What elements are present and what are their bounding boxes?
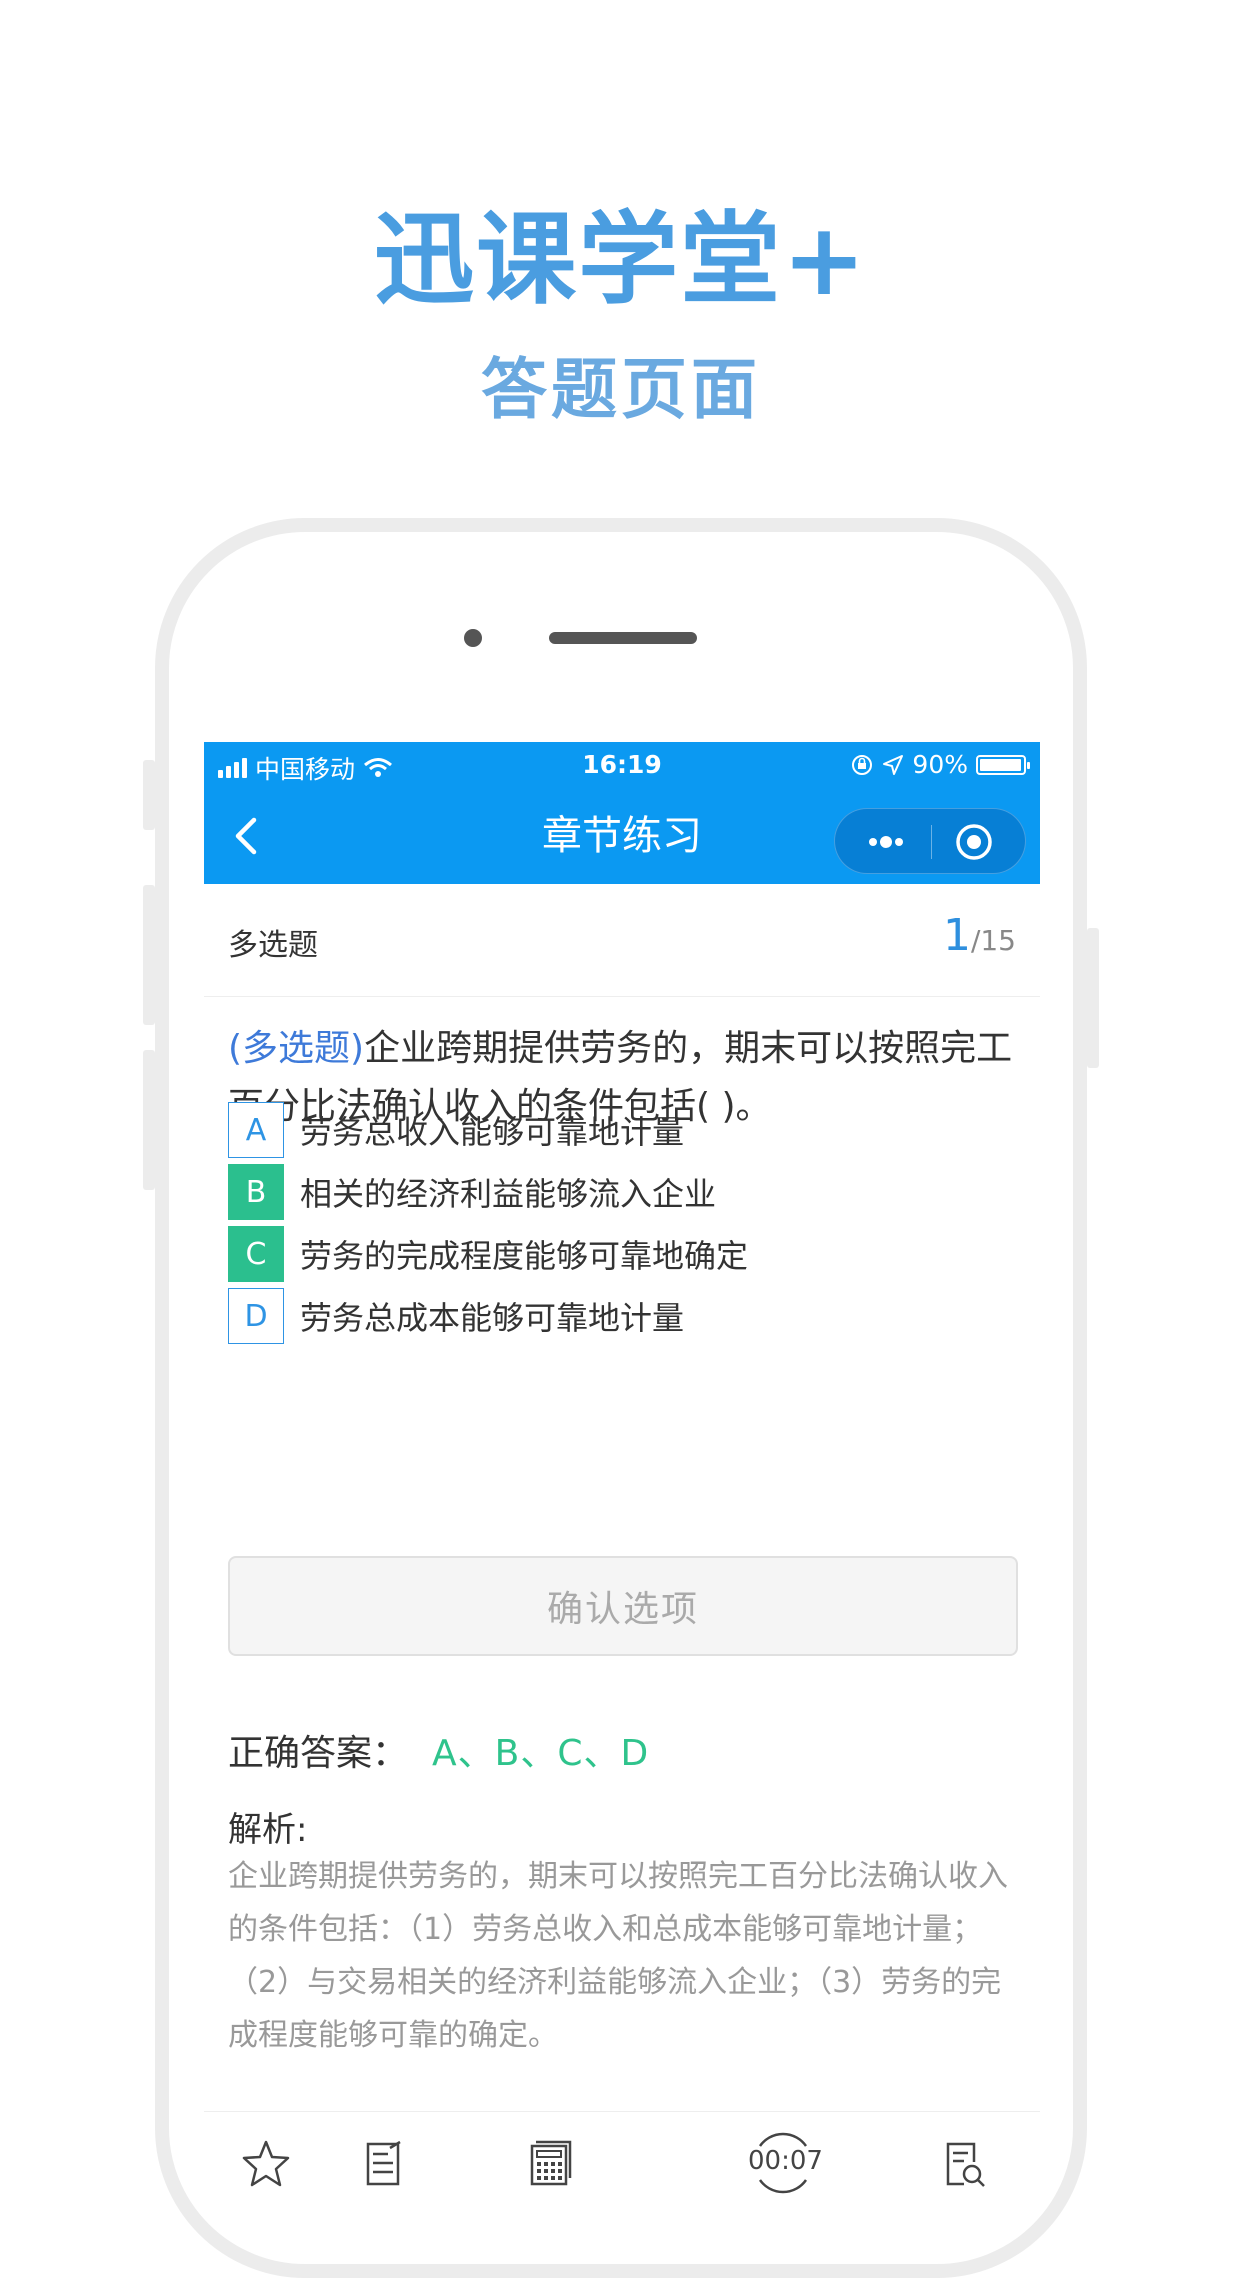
option-d[interactable]: D 劳务总成本能够可靠地计量 [228, 1287, 1018, 1345]
promo-subtitle: 答题页面 [481, 351, 761, 428]
question-total: /15 [970, 924, 1016, 957]
status-right: 90% [850, 750, 1030, 779]
phone-side-button [143, 1050, 155, 1190]
nav-bar: 章节练习 [204, 788, 1040, 884]
bottom-toolbar: 00:07 [204, 2111, 1040, 2208]
answer-label: 正确答案： [228, 1733, 409, 1774]
location-icon [883, 754, 904, 775]
option-letter: A [228, 1102, 284, 1158]
phone-camera [464, 629, 482, 647]
battery-icon [976, 754, 1030, 775]
option-text: 劳务的完成程度能够可靠地确定 [300, 1237, 749, 1275]
question-tag: (多选题) [228, 1028, 365, 1069]
option-letter: D [228, 1288, 284, 1344]
timer-value: 00:07 [748, 2146, 823, 2176]
phone-side-button [1087, 928, 1099, 1068]
battery-percent: 90% [912, 750, 968, 779]
option-letter: B [228, 1164, 284, 1220]
analysis-title: 解析: [228, 1810, 308, 1850]
promo-title: 迅课学堂+ [374, 201, 868, 318]
confirm-button[interactable]: 确认选项 [228, 1556, 1018, 1656]
option-text: 相关的经济利益能够流入企业 [300, 1175, 717, 1213]
capsule-divider [931, 825, 932, 859]
lock-rotation-icon [852, 754, 873, 775]
phone-side-button [143, 760, 155, 830]
phone-side-button [143, 885, 155, 1025]
option-b[interactable]: B 相关的经济利益能够流入企业 [228, 1163, 1018, 1221]
more-icon[interactable] [861, 819, 911, 865]
close-target-icon[interactable] [953, 821, 995, 863]
question-type: 多选题 [228, 928, 318, 963]
correct-answer: 正确答案： A、B、C、D [228, 1724, 649, 1776]
phone-speaker [549, 632, 697, 644]
answer-value: A、B、C、D [432, 1733, 650, 1774]
notes-icon[interactable] [354, 2134, 414, 2194]
analysis-text: 企业跨期提供劳务的，期末可以按照完工百分比法确认收入的条件包括：（1）劳务总收入… [228, 1859, 1008, 2053]
question-current: 1 [942, 910, 971, 961]
question-header: 多选题 1/15 [204, 884, 1040, 997]
option-text: 劳务总收入能够可靠地计量 [300, 1113, 685, 1151]
status-bar: 中国移动 16:19 90% [204, 742, 1040, 788]
search-doc-icon[interactable] [934, 2134, 994, 2194]
option-letter: C [228, 1226, 284, 1282]
timer[interactable]: 00:07 [748, 2132, 823, 2194]
option-c[interactable]: C 劳务的完成程度能够可靠地确定 [228, 1225, 1018, 1283]
calculator-icon[interactable] [520, 2134, 580, 2194]
miniprogram-capsule [834, 808, 1026, 874]
phone-screen: 中国移动 16:19 90% 章节练习 多选题 1/15 (多选题)企业跨期提供… [204, 742, 1040, 2208]
option-text: 劳务总成本能够可靠地计量 [300, 1299, 685, 1337]
star-icon[interactable] [236, 2134, 296, 2194]
option-a[interactable]: A 劳务总收入能够可靠地计量 [228, 1101, 1018, 1159]
question-counter: 1/15 [943, 910, 1016, 961]
